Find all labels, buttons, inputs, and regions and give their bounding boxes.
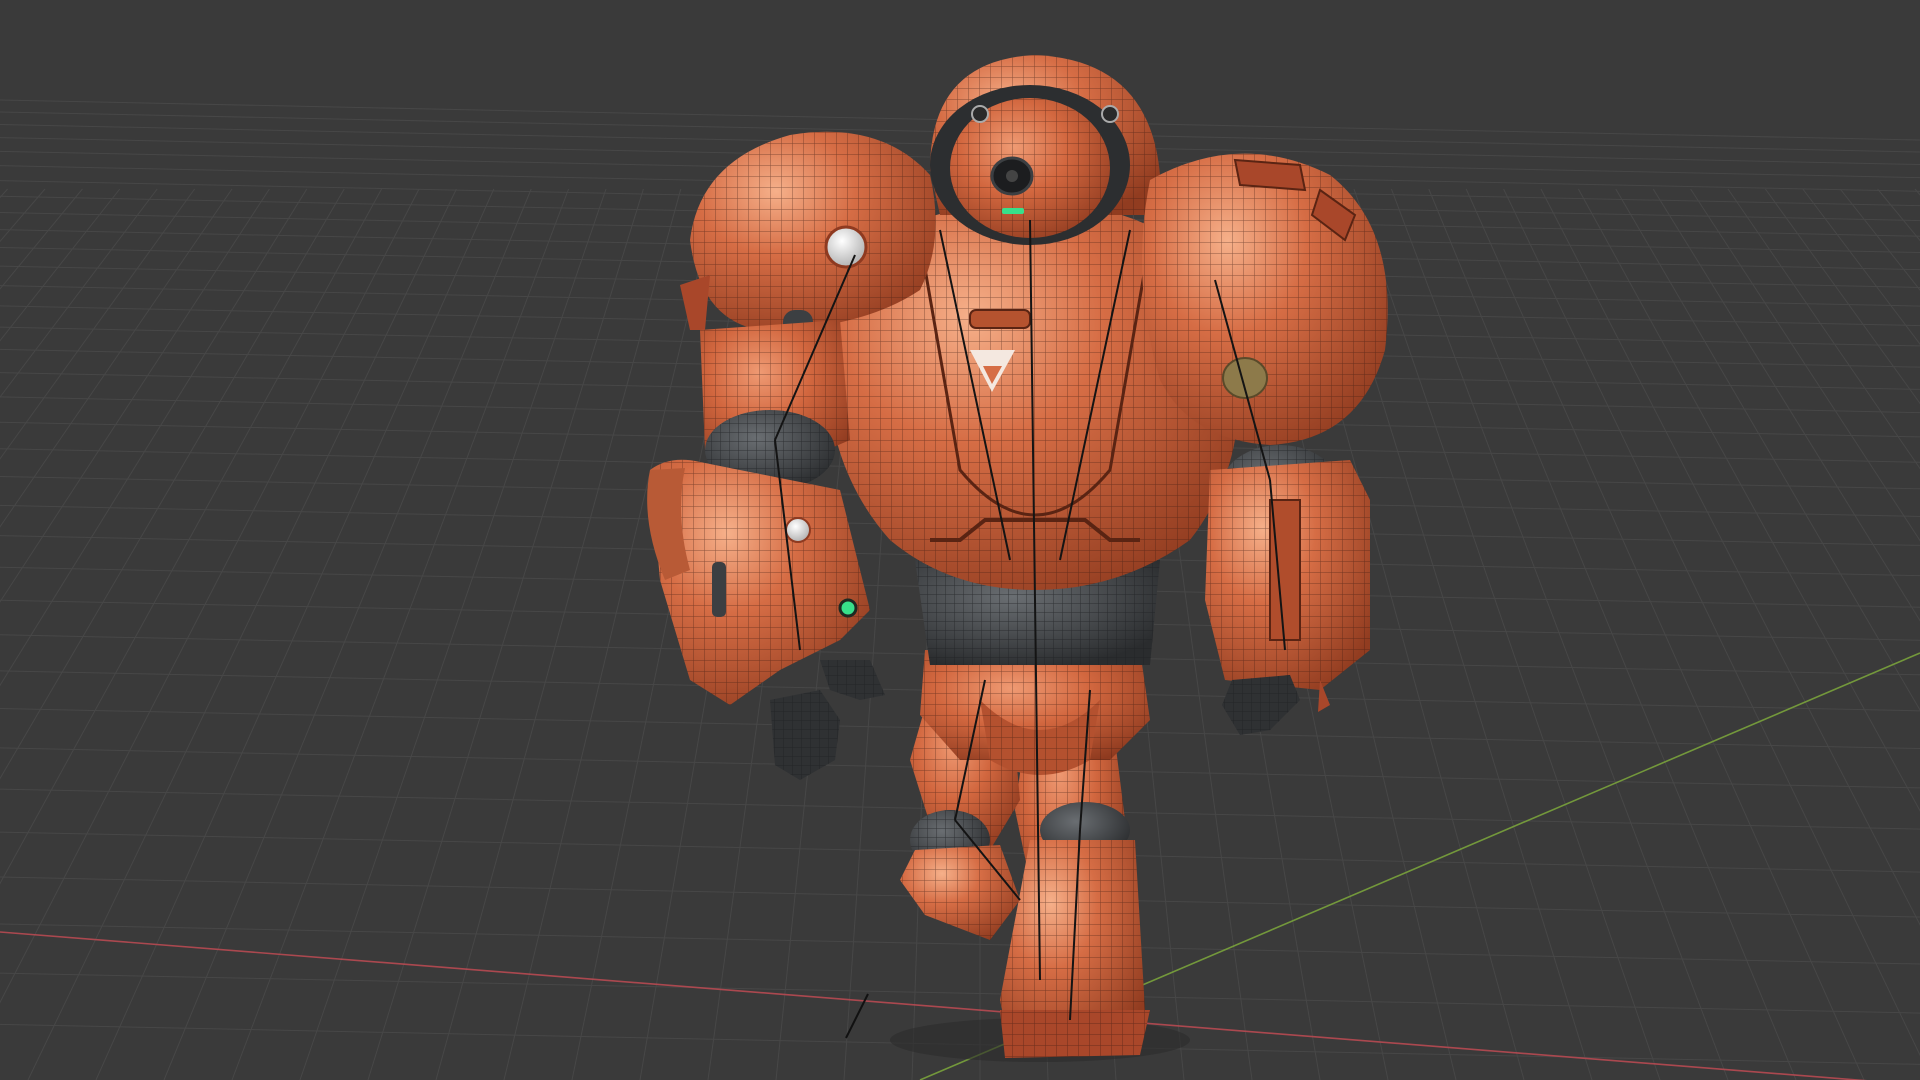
grid-line	[1690, 188, 1920, 542]
grid-line	[435, 188, 682, 1080]
grid-line	[1540, 188, 1920, 926]
left-hand[interactable]	[770, 660, 885, 780]
viewport-canvas[interactable]	[0, 0, 1920, 1080]
grid-line	[0, 188, 158, 398]
3d-viewport[interactable]	[0, 0, 1920, 1080]
grid-line	[1353, 188, 1661, 1080]
grid-line	[27, 188, 457, 1080]
right-arm[interactable]	[1205, 445, 1370, 735]
grid-line	[231, 188, 570, 1080]
grid-line	[1428, 188, 1797, 1080]
robot-model[interactable]	[647, 55, 1388, 1062]
grid-line	[163, 188, 532, 1080]
grid-line	[1839, 188, 1920, 291]
shoulder-light-icon	[824, 225, 868, 269]
grid-line	[299, 188, 607, 1080]
grid-line	[0, 923, 1920, 965]
right-shoulder-pauldron[interactable]	[1142, 153, 1388, 445]
grid-line	[367, 188, 644, 1080]
grid-line	[0, 188, 121, 342]
grid-line	[0, 188, 83, 290]
grid-line	[1503, 188, 1920, 1057]
grid-line	[0, 972, 1920, 1014]
grid-line	[0, 188, 270, 603]
grid-line	[1914, 188, 1920, 196]
forearm-status-led-icon	[838, 598, 858, 618]
grid-line	[95, 188, 495, 1080]
forearm-light-icon	[785, 517, 811, 543]
grid-line	[1390, 188, 1729, 1080]
grid-line	[0, 188, 420, 1004]
grid-line	[0, 188, 383, 885]
grid-line	[0, 188, 308, 687]
grid-line	[1877, 188, 1920, 242]
grid-line	[0, 188, 233, 528]
